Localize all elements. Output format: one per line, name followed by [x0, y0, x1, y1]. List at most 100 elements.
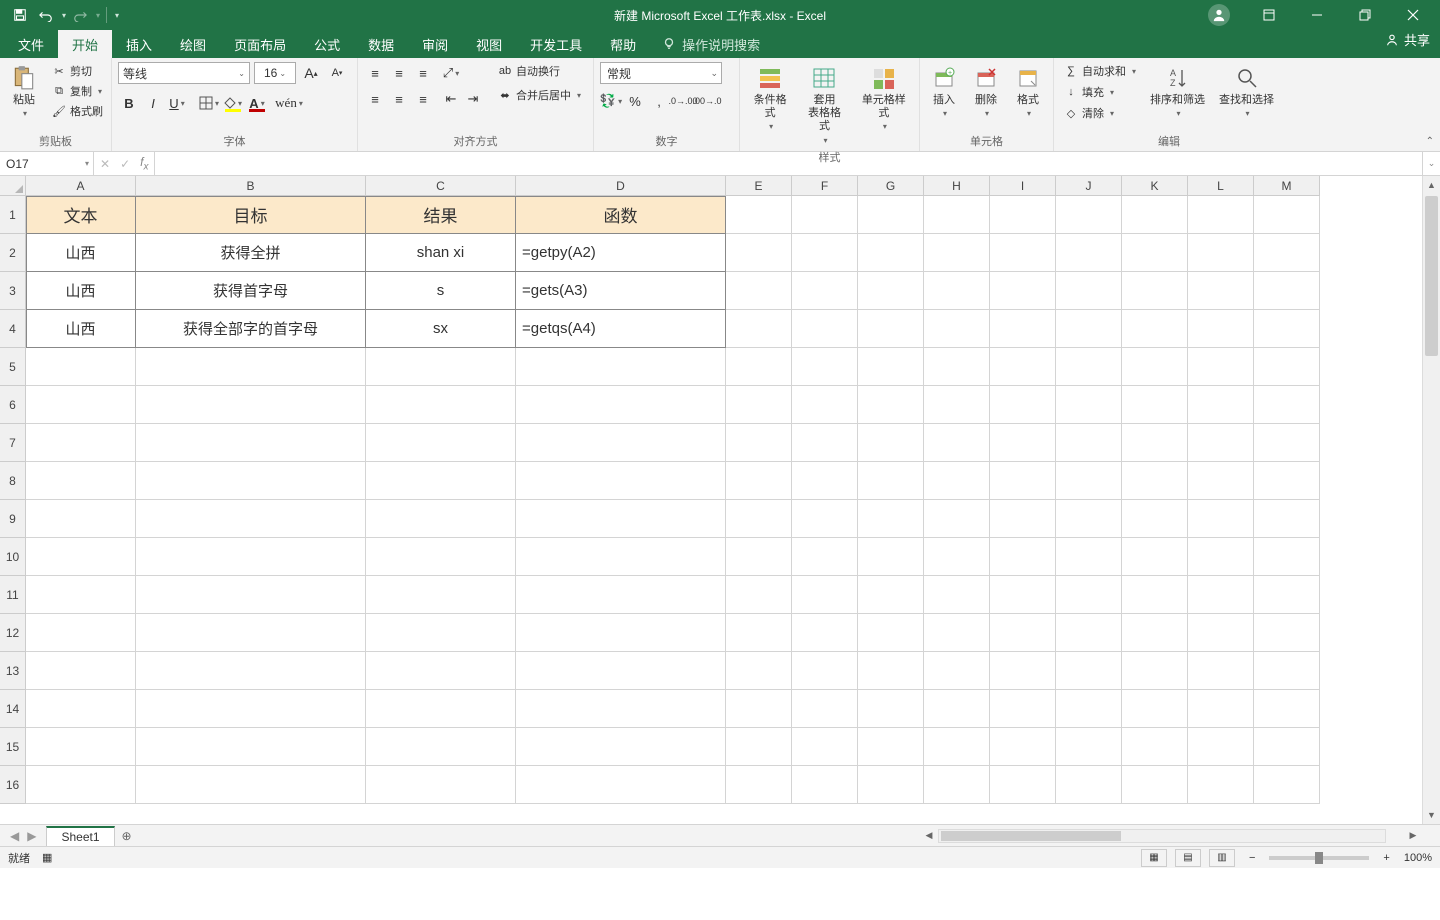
cell-L9[interactable]: [1188, 500, 1254, 538]
sheet-nav-prev[interactable]: ◀: [10, 829, 19, 843]
cell-H16[interactable]: [924, 766, 990, 804]
cell-B15[interactable]: [136, 728, 366, 766]
cell-J3[interactable]: [1056, 272, 1122, 310]
hscroll-thumb[interactable]: [941, 831, 1121, 841]
cell-C16[interactable]: [366, 766, 516, 804]
cell-K15[interactable]: [1122, 728, 1188, 766]
cell-E5[interactable]: [726, 348, 792, 386]
row-header-2[interactable]: 2: [0, 234, 26, 272]
cell-D1[interactable]: 函数: [516, 196, 726, 234]
collapse-ribbon-button[interactable]: ⌃: [1426, 136, 1434, 147]
cell-L10[interactable]: [1188, 538, 1254, 576]
close-button[interactable]: [1390, 0, 1436, 30]
merge-center-button[interactable]: ⬌合并后居中▾: [494, 86, 585, 104]
bold-button[interactable]: B: [118, 92, 140, 114]
cell-L15[interactable]: [1188, 728, 1254, 766]
cell-I16[interactable]: [990, 766, 1056, 804]
cell-styles-button[interactable]: 单元格样式▾: [855, 62, 913, 134]
col-header-G[interactable]: G: [858, 176, 924, 196]
cell-A4[interactable]: 山西: [26, 310, 136, 348]
format-as-table-button[interactable]: 套用 表格格式▾: [800, 62, 848, 147]
zoom-slider[interactable]: [1269, 856, 1369, 860]
cell-L5[interactable]: [1188, 348, 1254, 386]
cell-I9[interactable]: [990, 500, 1056, 538]
cell-I3[interactable]: [990, 272, 1056, 310]
decrease-decimal-button[interactable]: .00→.0: [696, 90, 718, 112]
cell-A11[interactable]: [26, 576, 136, 614]
hscroll-left-icon[interactable]: ◀: [920, 830, 938, 841]
cell-M4[interactable]: [1254, 310, 1320, 348]
col-header-L[interactable]: L: [1188, 176, 1254, 196]
cell-J8[interactable]: [1056, 462, 1122, 500]
cell-I8[interactable]: [990, 462, 1056, 500]
cell-I5[interactable]: [990, 348, 1056, 386]
cell-J11[interactable]: [1056, 576, 1122, 614]
cell-L14[interactable]: [1188, 690, 1254, 728]
borders-button[interactable]: ▾: [198, 92, 220, 114]
format-painter-button[interactable]: 🖌格式刷: [48, 102, 107, 120]
align-center-button[interactable]: ≡: [388, 88, 410, 110]
cell-H12[interactable]: [924, 614, 990, 652]
cell-B10[interactable]: [136, 538, 366, 576]
cell-D9[interactable]: [516, 500, 726, 538]
col-header-D[interactable]: D: [516, 176, 726, 196]
cell-F4[interactable]: [792, 310, 858, 348]
ribbon-display-options[interactable]: [1246, 0, 1292, 30]
delete-cells-button[interactable]: 删除▾: [968, 62, 1004, 121]
comma-button[interactable]: ,: [648, 90, 670, 112]
col-header-B[interactable]: B: [136, 176, 366, 196]
cell-F8[interactable]: [792, 462, 858, 500]
vertical-scrollbar[interactable]: ▲ ▼: [1422, 176, 1440, 824]
cell-G10[interactable]: [858, 538, 924, 576]
cell-J7[interactable]: [1056, 424, 1122, 462]
cell-A7[interactable]: [26, 424, 136, 462]
cell-B14[interactable]: [136, 690, 366, 728]
cell-I11[interactable]: [990, 576, 1056, 614]
cell-H10[interactable]: [924, 538, 990, 576]
cell-D10[interactable]: [516, 538, 726, 576]
cell-E11[interactable]: [726, 576, 792, 614]
cell-G15[interactable]: [858, 728, 924, 766]
cell-G7[interactable]: [858, 424, 924, 462]
cell-F12[interactable]: [792, 614, 858, 652]
cell-K3[interactable]: [1122, 272, 1188, 310]
cell-F7[interactable]: [792, 424, 858, 462]
cell-J14[interactable]: [1056, 690, 1122, 728]
cell-D5[interactable]: [516, 348, 726, 386]
cell-H9[interactable]: [924, 500, 990, 538]
cell-E13[interactable]: [726, 652, 792, 690]
cell-C3[interactable]: s: [366, 272, 516, 310]
align-left-button[interactable]: ≡: [364, 88, 386, 110]
tell-me-search[interactable]: 操作说明搜索: [650, 30, 772, 58]
row-header-12[interactable]: 12: [0, 614, 26, 652]
cell-H15[interactable]: [924, 728, 990, 766]
cell-E7[interactable]: [726, 424, 792, 462]
cell-A16[interactable]: [26, 766, 136, 804]
cell-E1[interactable]: [726, 196, 792, 234]
cell-F6[interactable]: [792, 386, 858, 424]
align-middle-button[interactable]: ≡: [388, 62, 410, 84]
account-icon[interactable]: [1208, 4, 1230, 26]
cell-C2[interactable]: shan xi: [366, 234, 516, 272]
redo-button[interactable]: [68, 3, 92, 27]
row-header-16[interactable]: 16: [0, 766, 26, 804]
cell-G12[interactable]: [858, 614, 924, 652]
number-format-combo[interactable]: 常规⌄: [600, 62, 722, 84]
cell-H1[interactable]: [924, 196, 990, 234]
cell-H14[interactable]: [924, 690, 990, 728]
cell-G11[interactable]: [858, 576, 924, 614]
cell-D8[interactable]: [516, 462, 726, 500]
zoom-in-button[interactable]: +: [1377, 852, 1395, 864]
row-header-11[interactable]: 11: [0, 576, 26, 614]
cell-K11[interactable]: [1122, 576, 1188, 614]
cell-M6[interactable]: [1254, 386, 1320, 424]
tab-page-layout[interactable]: 页面布局: [220, 30, 300, 58]
increase-indent-button[interactable]: ⇥: [462, 88, 484, 110]
cell-E15[interactable]: [726, 728, 792, 766]
scroll-down-icon[interactable]: ▼: [1423, 806, 1440, 824]
page-break-view-button[interactable]: ▥: [1209, 849, 1235, 867]
tab-file[interactable]: 文件: [4, 30, 58, 58]
cell-F16[interactable]: [792, 766, 858, 804]
cell-E4[interactable]: [726, 310, 792, 348]
row-header-14[interactable]: 14: [0, 690, 26, 728]
